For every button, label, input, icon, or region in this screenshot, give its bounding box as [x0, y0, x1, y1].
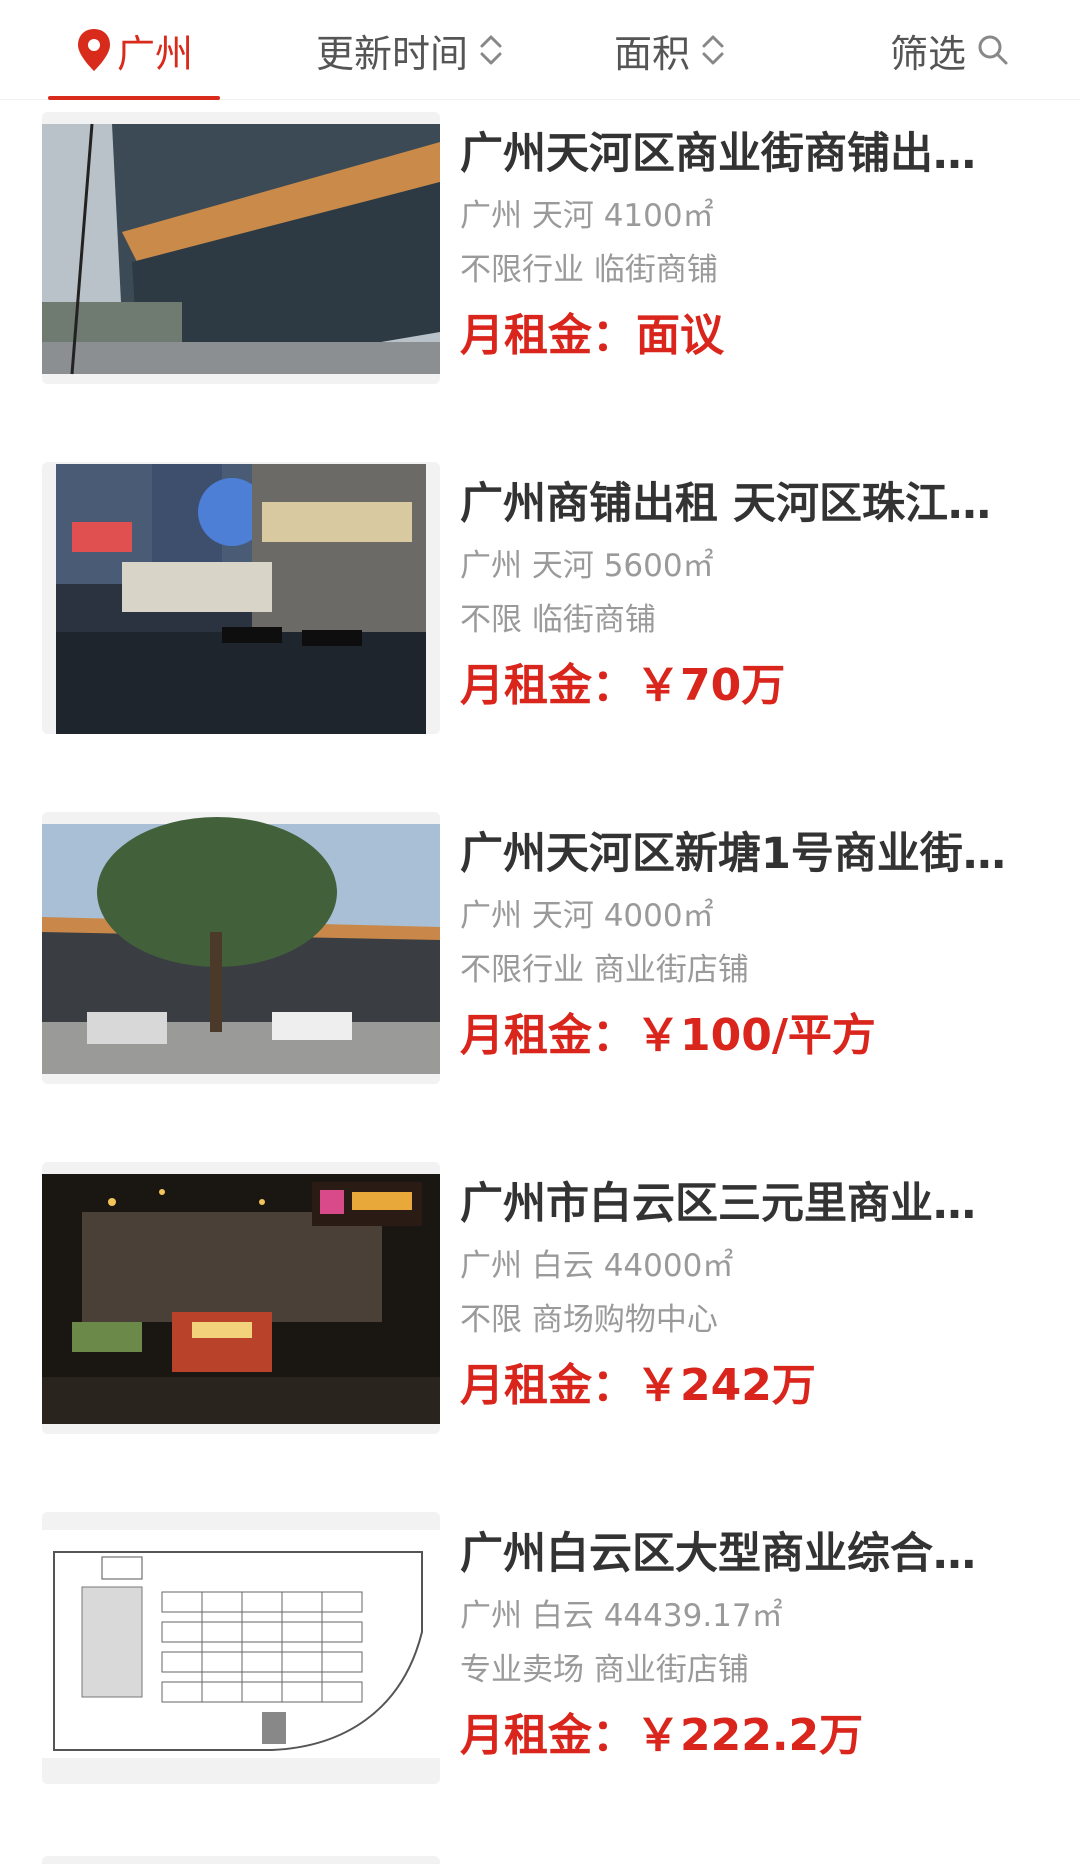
price-label: 月租金：: [460, 1710, 636, 1761]
sort-by-update-time[interactable]: 更新时间: [280, 0, 540, 100]
search-icon: [978, 35, 1008, 65]
active-tab-indicator: [48, 96, 220, 100]
listing-tags: 不限 临街商铺: [460, 602, 656, 638]
listing-title[interactable]: 广州商铺出租 天河区珠江…: [460, 476, 1030, 532]
listing-title[interactable]: 广州天河区新塘1号商业街…: [460, 826, 1030, 882]
filter-label: 筛选: [889, 31, 966, 76]
listing-price: 月租金：￥222.2万: [460, 1706, 1040, 1766]
listing-location: 广州 白云 44000㎡: [460, 1248, 734, 1284]
listing-price: 月租金：￥242万: [460, 1356, 1040, 1416]
listing-card[interactable]: 广州天河区商业街商铺出… 广州 天河 4100㎡ 不限行业 临街商铺 月租金：面…: [0, 112, 1080, 460]
listing-photo[interactable]: [42, 812, 440, 1084]
night-mall-image: [42, 1162, 440, 1434]
sort-by-area[interactable]: 面积: [580, 0, 760, 100]
listing-card[interactable]: 广州商铺出租 天河区珠江… 广州 天河 5600㎡ 不限 临街商铺 月租金：￥7…: [0, 462, 1080, 810]
night-plaza-image: [42, 462, 440, 734]
city-selector[interactable]: 广州: [48, 0, 220, 100]
listing-tags: 不限行业 商业街店铺: [460, 952, 749, 988]
price-label: 月租金：: [460, 1010, 636, 1061]
listing-title[interactable]: 广州白云区大型商业综合…: [460, 1526, 1030, 1582]
price-value: ￥222.2万: [636, 1710, 864, 1761]
filter-button[interactable]: 筛选: [860, 0, 1040, 100]
listing-price: 月租金：￥100/平方: [460, 1006, 1040, 1066]
price-label: 月租金：: [460, 1360, 636, 1411]
commercial-street-image: [42, 812, 440, 1084]
listing-card-partial[interactable]: [42, 1856, 440, 1864]
price-value: 面议: [636, 310, 724, 361]
floor-plan-image: [42, 1512, 440, 1784]
price-value: ￥100/平方: [636, 1010, 876, 1061]
listing-tags: 不限行业 临街商铺: [460, 252, 718, 288]
listing-photo[interactable]: [42, 112, 440, 384]
listing-card[interactable]: 广州天河区新塘1号商业街… 广州 天河 4000㎡ 不限行业 商业街店铺 月租金…: [0, 812, 1080, 1160]
listing-location: 广州 天河 5600㎡: [460, 548, 714, 584]
listing-price: 月租金：面议: [460, 306, 1040, 366]
area-label: 面积: [613, 31, 690, 76]
listing-price: 月租金：￥70万: [460, 656, 1040, 716]
price-label: 月租金：: [460, 310, 636, 361]
price-value: ￥70万: [636, 660, 786, 711]
city-label: 广州: [116, 31, 193, 76]
sort-updown-icon: [480, 35, 502, 65]
listing-title[interactable]: 广州天河区商业街商铺出…: [460, 126, 1030, 182]
listing-tags: 专业卖场 商业街店铺: [460, 1652, 749, 1688]
price-label: 月租金：: [460, 660, 636, 711]
listing-card[interactable]: 广州白云区大型商业综合… 广州 白云 44439.17㎡ 专业卖场 商业街店铺 …: [0, 1512, 1080, 1860]
listing-photo[interactable]: [42, 1512, 440, 1784]
sort-updown-icon: [702, 35, 724, 65]
listing-photo[interactable]: [42, 462, 440, 734]
filter-bar: 广州 更新时间 面积 筛选: [0, 0, 1080, 100]
location-pin-icon: [77, 29, 110, 71]
listing-title[interactable]: 广州市白云区三元里商业…: [460, 1176, 1030, 1232]
listing-location: 广州 天河 4100㎡: [460, 198, 714, 234]
sort-time-label: 更新时间: [315, 31, 468, 76]
street-shopfront-image: [42, 112, 440, 384]
listing-tags: 不限 商场购物中心: [460, 1302, 718, 1338]
listing-photo[interactable]: [42, 1162, 440, 1434]
listing-location: 广州 白云 44439.17㎡: [460, 1598, 783, 1634]
price-value: ￥242万: [636, 1360, 816, 1411]
listing-location: 广州 天河 4000㎡: [460, 898, 714, 934]
listing-card[interactable]: 广州市白云区三元里商业… 广州 白云 44000㎡ 不限 商场购物中心 月租金：…: [0, 1162, 1080, 1510]
